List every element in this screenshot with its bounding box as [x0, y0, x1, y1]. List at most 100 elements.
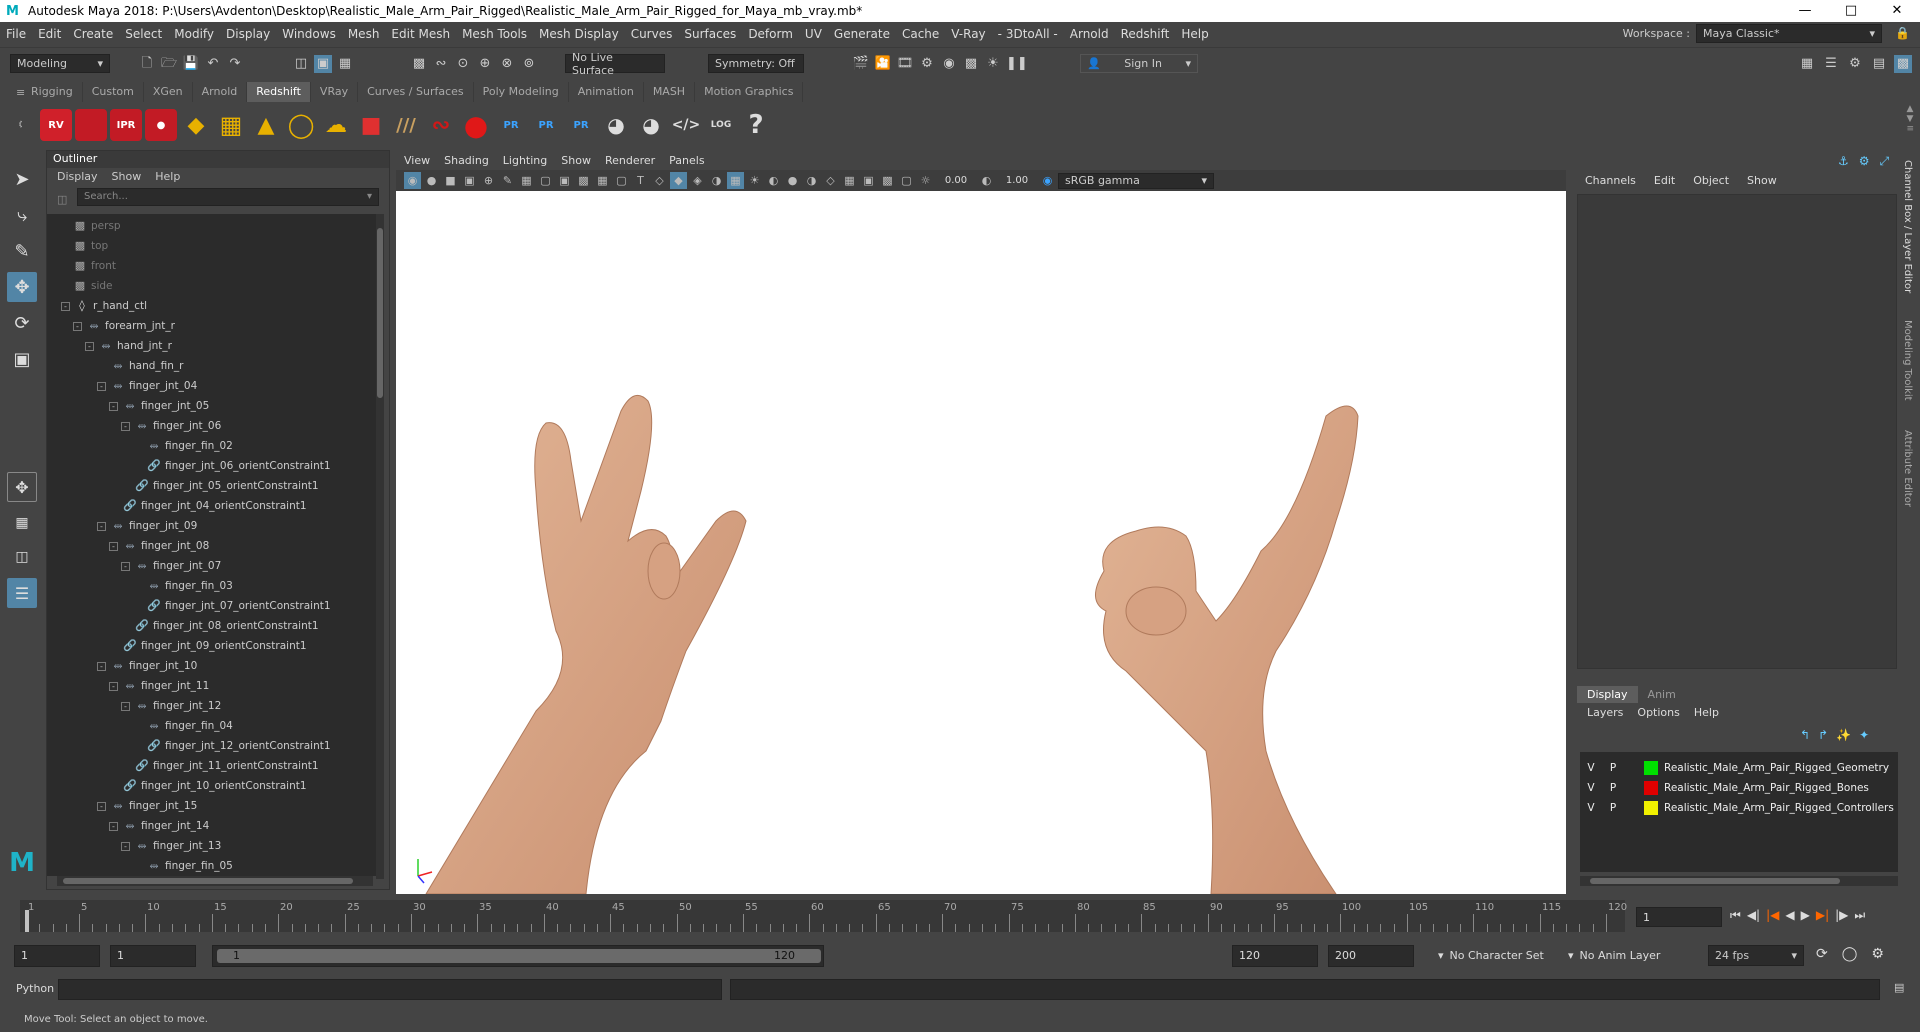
- outliner-item[interactable]: ⥈ finger_fin_02: [133, 436, 233, 456]
- new-layer-selected-icon[interactable]: ✦: [1859, 728, 1869, 742]
- outliner-item[interactable]: - ⥈ finger_jnt_04: [97, 376, 197, 396]
- expand-toggle-icon[interactable]: -: [109, 541, 118, 551]
- rotate-tool-icon[interactable]: ⟳: [7, 308, 37, 338]
- workspace-dropdown[interactable]: Maya Classic* ▾: [1696, 24, 1882, 43]
- anti-aliasing-icon[interactable]: ◑: [803, 172, 820, 189]
- menu-file[interactable]: File: [0, 27, 32, 41]
- side-tab-modeling-toolkit[interactable]: Modeling Toolkit: [1902, 320, 1913, 401]
- help-icon[interactable]: ?: [740, 109, 772, 141]
- outliner-item[interactable]: - ⥈ finger_jnt_06: [121, 416, 221, 436]
- menu-deform[interactable]: Deform: [742, 27, 799, 41]
- outliner-item[interactable]: 🔗 finger_jnt_09_orientConstraint1: [109, 636, 306, 656]
- step-forward-key-icon[interactable]: |▶: [1835, 908, 1848, 923]
- command-input[interactable]: [58, 979, 722, 1000]
- expand-toggle-icon[interactable]: -: [109, 681, 118, 691]
- scene-end-field[interactable]: 200: [1328, 945, 1414, 967]
- perspective-viewport[interactable]: [396, 191, 1566, 894]
- redshift-bowl2-icon[interactable]: ◕: [635, 109, 667, 141]
- layer-visibility-toggle[interactable]: V: [1580, 782, 1602, 794]
- move-tool-icon[interactable]: ✥: [7, 272, 37, 302]
- play-backward-icon[interactable]: ◀: [1785, 908, 1794, 923]
- redshift-render-icon[interactable]: [75, 109, 107, 141]
- viewport-menu-renderer[interactable]: Renderer: [605, 154, 655, 168]
- outliner-search-input[interactable]: Search... ▾: [77, 188, 379, 206]
- outliner-item[interactable]: 🔗 finger_jnt_10_orientConstraint1: [109, 776, 306, 796]
- outliner-layout-icon[interactable]: ☰: [7, 578, 37, 608]
- viewport-menu-show[interactable]: Show: [561, 154, 591, 168]
- layer-color-swatch[interactable]: [1644, 801, 1658, 815]
- redshift-pr2-icon[interactable]: PR: [530, 109, 562, 141]
- tab-display[interactable]: Display: [1577, 686, 1638, 703]
- time-slider[interactable]: 1 5 10 15 20 25 30 35 40 45 50 55 60 65 70 75 80 85 90 95 10…: [20, 900, 1627, 932]
- gamma-icon[interactable]: ◐: [978, 172, 995, 189]
- menu-arnold[interactable]: Arnold: [1064, 27, 1115, 41]
- step-back-frame-icon[interactable]: |◀: [1766, 908, 1779, 923]
- shelf-tab-poly-modeling[interactable]: Poly Modeling: [474, 82, 569, 102]
- layer-horizontal-scrollbar[interactable]: [1580, 876, 1898, 886]
- expand-toggle-icon[interactable]: -: [85, 341, 94, 351]
- outliner-item[interactable]: ⥈ finger_fin_03: [133, 576, 233, 596]
- snap-surface-icon[interactable]: ⊗: [498, 55, 516, 73]
- expand-toggle-icon[interactable]: -: [97, 801, 106, 811]
- paint-select-tool-icon[interactable]: ✎: [7, 236, 37, 266]
- exposure-icon[interactable]: ☼: [917, 172, 934, 189]
- menu-windows[interactable]: Windows: [276, 27, 342, 41]
- 2d-pan-zoom-icon[interactable]: ⊕: [480, 172, 497, 189]
- redshift-plane-icon[interactable]: ◆: [180, 109, 212, 141]
- layer-menu-options[interactable]: Options: [1637, 706, 1679, 719]
- new-scene-icon[interactable]: 🗋: [138, 55, 156, 73]
- settings-icon[interactable]: ⚙: [1859, 154, 1870, 169]
- menu-modify[interactable]: Modify: [168, 27, 220, 41]
- exposure-field[interactable]: 0.00: [936, 175, 976, 186]
- menu-3dtoall[interactable]: - 3DtoAll -: [992, 27, 1064, 41]
- tool-settings-icon[interactable]: ⚙: [1846, 55, 1864, 73]
- shelf-tab-redshift[interactable]: Redshift: [247, 82, 311, 102]
- symmetry-dropdown[interactable]: Symmetry: Off: [708, 54, 804, 73]
- outliner-item[interactable]: ⥈ hand_fin_r: [97, 356, 184, 376]
- outliner-menu-show[interactable]: Show: [112, 170, 142, 184]
- grid-toggle-icon[interactable]: ▦: [518, 172, 535, 189]
- snap-view-icon[interactable]: ⊕: [476, 55, 494, 73]
- snap-curve-icon[interactable]: ∾: [432, 55, 450, 73]
- layer-color-swatch[interactable]: [1644, 761, 1658, 775]
- pin-icon[interactable]: ⚓: [1838, 154, 1849, 169]
- shadows-icon[interactable]: ☀: [746, 172, 763, 189]
- x-ray-icon[interactable]: ▣: [860, 172, 877, 189]
- menu-cache[interactable]: Cache: [896, 27, 945, 41]
- outliner-item[interactable]: ▩ side: [73, 276, 113, 296]
- layer-playback-toggle[interactable]: P: [1602, 782, 1624, 794]
- shelf-tab-arnold[interactable]: Arnold: [193, 82, 248, 102]
- outliner-item[interactable]: - ◊ r_hand_ctl: [61, 296, 147, 316]
- go-to-start-icon[interactable]: ⏮: [1730, 908, 1741, 923]
- expand-toggle-icon[interactable]: -: [61, 301, 70, 311]
- viewport-menu-view[interactable]: View: [404, 154, 430, 168]
- menu-create[interactable]: Create: [67, 27, 119, 41]
- viewport-menu-shading[interactable]: Shading: [444, 154, 489, 168]
- channel-box-menu-edit[interactable]: Edit: [1654, 174, 1675, 187]
- outliner-item[interactable]: - ⥈ finger_jnt_12: [121, 696, 221, 716]
- outliner-item[interactable]: ▩ top: [73, 236, 108, 256]
- outliner-item[interactable]: - ⥈ forearm_jnt_r: [73, 316, 175, 336]
- screen-space-ao-icon[interactable]: ◐: [765, 172, 782, 189]
- current-time-indicator[interactable]: [25, 910, 29, 932]
- menu-mesh-tools[interactable]: Mesh Tools: [456, 27, 533, 41]
- image-plane-icon[interactable]: ▣: [461, 172, 478, 189]
- layer-menu-help[interactable]: Help: [1694, 706, 1719, 719]
- expand-toggle-icon[interactable]: -: [121, 561, 130, 571]
- four-view-layout-icon[interactable]: ▦: [7, 508, 37, 538]
- render-view-icon[interactable]: 🎬: [852, 55, 870, 73]
- save-scene-icon[interactable]: 💾: [182, 55, 200, 73]
- gamma-field[interactable]: 1.00: [997, 175, 1037, 186]
- channel-box-menu-show[interactable]: Show: [1747, 174, 1777, 187]
- command-language-label[interactable]: Python: [16, 982, 54, 995]
- render-setup-icon[interactable]: ▩: [962, 55, 980, 73]
- range-slider-bar[interactable]: [217, 949, 821, 963]
- film-gate-icon[interactable]: ▢: [537, 172, 554, 189]
- side-tab-channel-box[interactable]: Channel Box / Layer Editor: [1902, 160, 1913, 293]
- redshift-sun-icon[interactable]: ☁: [320, 109, 352, 141]
- field-chart-icon[interactable]: ▦: [594, 172, 611, 189]
- step-forward-frame-icon[interactable]: ▶|: [1816, 908, 1829, 923]
- select-hierarchy-icon[interactable]: ◫: [292, 55, 310, 73]
- undo-icon[interactable]: ↶: [204, 55, 222, 73]
- layer-playback-toggle[interactable]: P: [1602, 762, 1624, 774]
